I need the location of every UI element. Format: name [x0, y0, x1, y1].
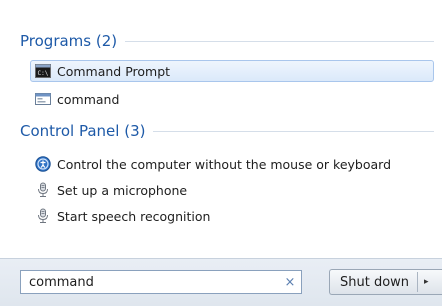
microphone-icon — [38, 208, 48, 223]
microphone-icon — [38, 182, 48, 197]
svg-text:C:\: C:\ — [38, 70, 49, 77]
window-icon — [35, 93, 51, 105]
result-command[interactable]: command — [30, 88, 434, 110]
result-label: Control the computer without the mouse o… — [57, 156, 392, 172]
group-header-control-panel[interactable]: Control Panel (3) — [20, 121, 434, 141]
result-command-prompt[interactable]: C:\ Command Prompt — [30, 60, 434, 82]
group-title-control-panel[interactable]: Control Panel (3) — [20, 122, 145, 140]
search-results-pane: Programs (2) C:\ Command Prompt command … — [0, 0, 442, 258]
search-input[interactable]: command — [21, 275, 279, 290]
group-header-programs[interactable]: Programs (2) — [20, 31, 434, 51]
group-divider — [125, 40, 434, 42]
search-box[interactable]: command × — [20, 270, 302, 294]
shutdown-options-arrow-icon[interactable]: ▸ — [418, 277, 429, 287]
result-label: Set up a microphone — [57, 182, 188, 198]
group-title-programs[interactable]: Programs (2) — [20, 32, 117, 50]
result-label: command — [57, 91, 120, 107]
shutdown-button-group: Shut down ▸ — [329, 269, 442, 295]
result-label: Start speech recognition — [57, 208, 211, 224]
shutdown-button[interactable]: Shut down — [330, 275, 417, 290]
group-divider — [153, 130, 434, 132]
result-ease-of-access[interactable]: Control the computer without the mouse o… — [30, 153, 434, 175]
clear-search-icon[interactable]: × — [279, 275, 301, 290]
ease-of-access-icon — [35, 156, 51, 172]
command-prompt-icon: C:\ — [35, 64, 51, 78]
result-set-up-microphone[interactable]: Set up a microphone — [30, 179, 434, 201]
result-start-speech-recognition[interactable]: Start speech recognition — [30, 205, 434, 227]
result-label: Command Prompt — [57, 63, 171, 79]
start-menu-bottom-bar: command × Shut down ▸ — [0, 258, 442, 306]
